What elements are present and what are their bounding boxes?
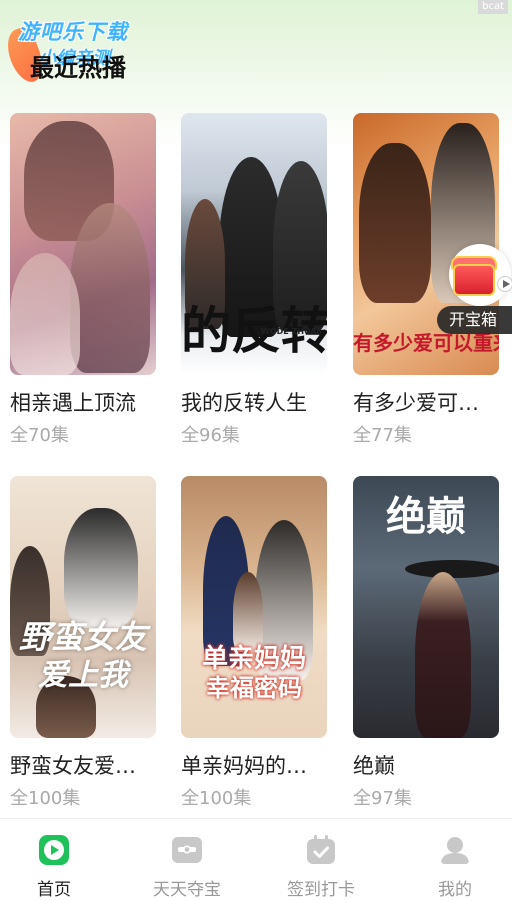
drama-poster[interactable]: 野蛮女友 爱上我 [10,476,156,738]
drama-episodes: 全97集 [353,788,412,809]
play-circle-icon[interactable] [497,276,512,292]
poster-text-2: 幸福密码 [206,674,302,702]
drama-poster[interactable]: 绝巅 [353,476,499,738]
bottom-tab-bar: 首页 天天夺宝 签到打卡 我的 [0,819,512,901]
drama-card[interactable]: 的反转 WODE ZHUAN 我的反转人生 全96集 [181,113,327,446]
open-treasure-button[interactable]: 开宝箱 [437,306,512,334]
tab-treasure[interactable]: 天天夺宝 [123,819,251,901]
tab-checkin[interactable]: 签到打卡 [257,819,385,901]
drama-poster[interactable]: 单亲妈妈 幸福密码 [181,476,327,738]
drama-poster[interactable] [10,113,156,375]
drama-episodes: 全70集 [10,425,69,446]
poster-text-2: 爱上我 [38,658,128,693]
corner-tag: bcat [478,0,508,14]
ticket-icon[interactable] [172,835,202,865]
tab-label[interactable]: 签到打卡 [257,875,385,900]
drama-title[interactable]: 我的反转人生 [181,387,327,417]
poster-text: 绝巅 [386,493,466,540]
section-title: 最近热播 [30,54,126,82]
drama-episodes: 全100集 [10,788,81,809]
calendar-check-icon[interactable] [306,835,336,865]
drama-title[interactable]: 有多少爱可… [353,387,499,417]
drama-card[interactable]: 相亲遇上顶流 全70集 [10,113,156,446]
drama-episodes: 全96集 [181,425,240,446]
treasure-chest-icon[interactable] [453,264,495,296]
tab-profile[interactable]: 我的 [391,819,512,901]
tab-home[interactable]: 首页 [0,819,128,901]
tab-label[interactable]: 天天夺宝 [123,875,251,900]
tab-label[interactable]: 首页 [0,875,108,900]
watermark-line1: 游吧乐下载 [18,20,128,44]
drama-episodes: 全100集 [181,788,252,809]
drama-card[interactable]: 野蛮女友 爱上我 野蛮女友爱… 全100集 [10,476,156,809]
drama-poster[interactable]: 的反转 WODE ZHUAN [181,113,327,375]
drama-title[interactable]: 单亲妈妈的… [181,750,327,780]
drama-card[interactable]: 绝巅 绝巅 全97集 [353,476,499,809]
drama-title[interactable]: 相亲遇上顶流 [10,387,156,417]
poster-subtext: WODE ZHUAN [261,327,321,336]
tab-label[interactable]: 我的 [391,875,512,900]
drama-title[interactable]: 绝巅 [353,750,499,780]
drama-card[interactable]: 单亲妈妈 幸福密码 单亲妈妈的… 全100集 [181,476,327,809]
user-icon[interactable] [440,835,470,865]
play-icon[interactable] [39,835,69,865]
treasure-chest-widget[interactable]: 开宝箱 [437,244,512,336]
drama-episodes: 全77集 [353,425,412,446]
drama-title[interactable]: 野蛮女友爱… [10,750,156,780]
